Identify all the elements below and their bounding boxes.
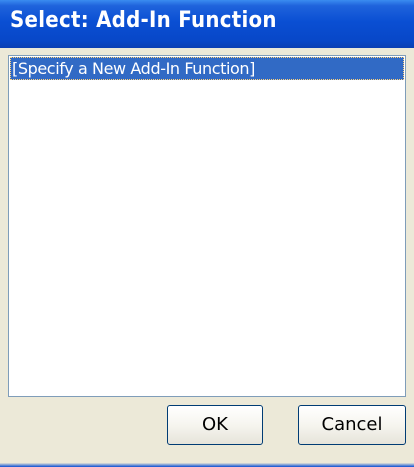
title-bar[interactable]: Select: Add-In Function	[0, 0, 414, 48]
add-in-function-list[interactable]: [Specify a New Add-In Function]	[8, 55, 406, 397]
ok-button[interactable]: OK	[167, 405, 263, 445]
list-item-specify-new-add-in[interactable]: [Specify a New Add-In Function]	[10, 57, 404, 80]
cancel-button[interactable]: Cancel	[298, 405, 406, 445]
add-in-function-dialog: Select: Add-In Function [Specify a New A…	[0, 0, 414, 467]
dialog-title: Select: Add-In Function	[10, 8, 277, 33]
window-bottom-border	[0, 460, 414, 467]
button-bar: OK Cancel	[0, 397, 414, 467]
